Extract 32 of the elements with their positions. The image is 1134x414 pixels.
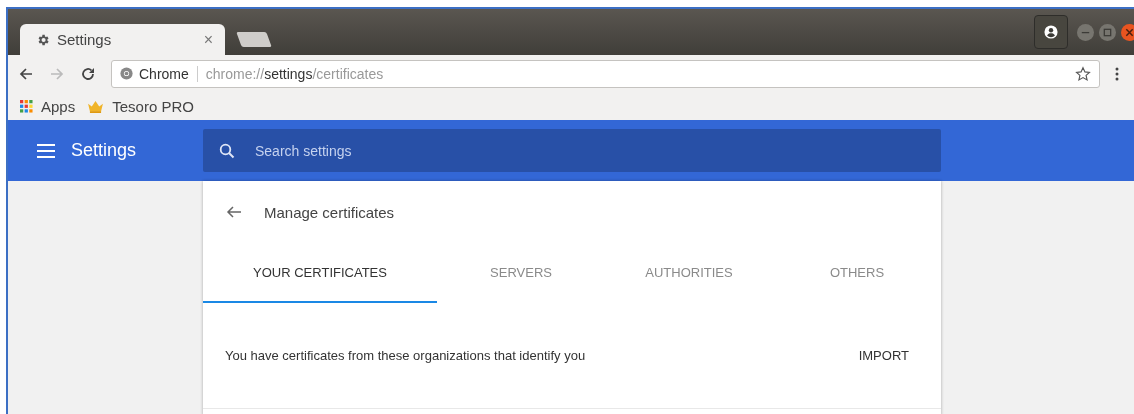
search-input[interactable]: Search settings: [253, 141, 857, 160]
certificate-tab[interactable]: OTHERS: [773, 244, 941, 303]
url-text: chrome://settings/certificates: [205, 65, 384, 82]
section-title: Manage certificates: [264, 203, 395, 221]
star-icon[interactable]: [1075, 65, 1091, 82]
description-text: You have certificates from these organizations that identify you: [225, 348, 586, 363]
menu-dots-icon[interactable]: [1114, 65, 1120, 82]
close-button[interactable]: ×: [203, 30, 213, 49]
site-label: Chrome: [139, 65, 189, 82]
gear-icon: [36, 32, 50, 47]
profile-button[interactable]: [1034, 15, 1068, 49]
menu-icon[interactable]: [37, 143, 55, 158]
search-field[interactable]: Search settings: [203, 129, 941, 172]
search-icon: [219, 142, 235, 159]
bookmark[interactable]: Tesoro PRO: [87, 97, 194, 115]
back-arrow-icon[interactable]: [226, 204, 242, 220]
tab-title: Settings: [57, 31, 113, 48]
close-window-button[interactable]: [1121, 23, 1134, 41]
import-button[interactable]: IMPORT: [846, 342, 921, 369]
chrome-logo-icon: [120, 67, 133, 80]
browser-tab[interactable]: Settings ×: [20, 24, 225, 55]
back-arrow-icon[interactable]: [18, 65, 34, 82]
reload-icon[interactable]: [80, 65, 96, 82]
new-tab-button[interactable]: [236, 32, 272, 47]
page-title: Settings: [71, 140, 137, 161]
address-bar[interactable]: Chrome chrome://settings/certificates: [111, 59, 1100, 88]
crown-icon: [87, 99, 105, 113]
minimize-button[interactable]: [1077, 23, 1094, 41]
bookmark[interactable]: Apps: [20, 97, 76, 115]
certificate-tab[interactable]: YOUR CERTIFICATES: [203, 244, 437, 303]
grid-icon: [20, 99, 33, 113]
person-icon: [1044, 25, 1058, 39]
